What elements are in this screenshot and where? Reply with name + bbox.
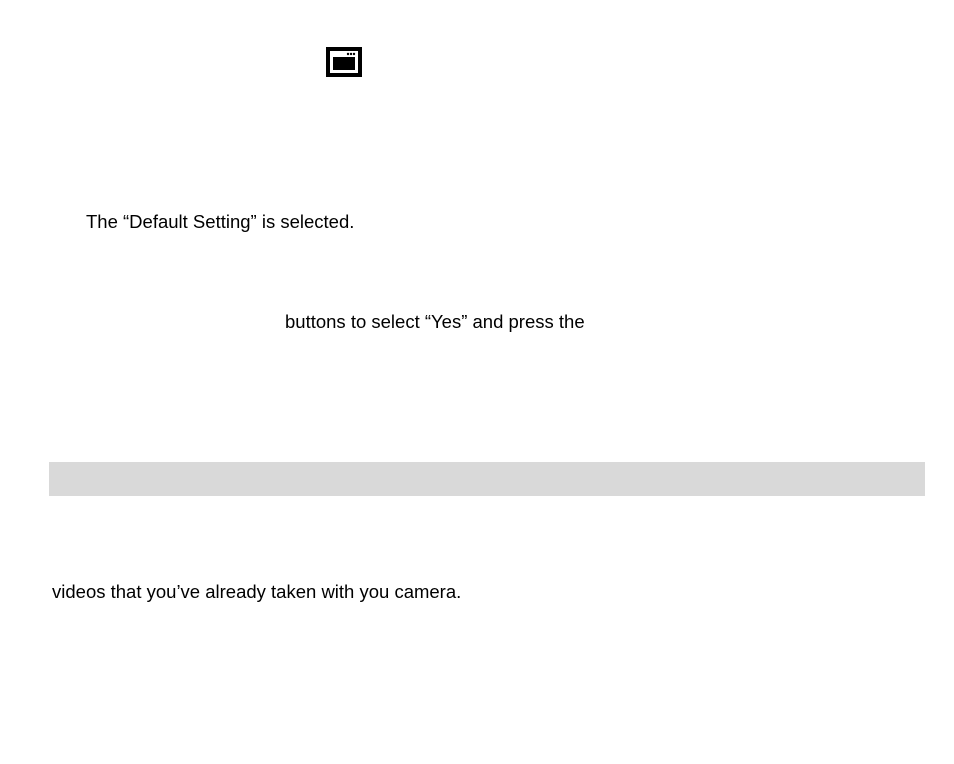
section-divider (49, 462, 925, 496)
appliance-icon (326, 47, 362, 77)
instruction-text-default-setting: The “Default Setting” is selected. (86, 210, 354, 234)
instruction-text-videos: videos that you’ve already taken with yo… (52, 580, 461, 604)
instruction-text-buttons: buttons to select “Yes” and press the (285, 310, 585, 334)
